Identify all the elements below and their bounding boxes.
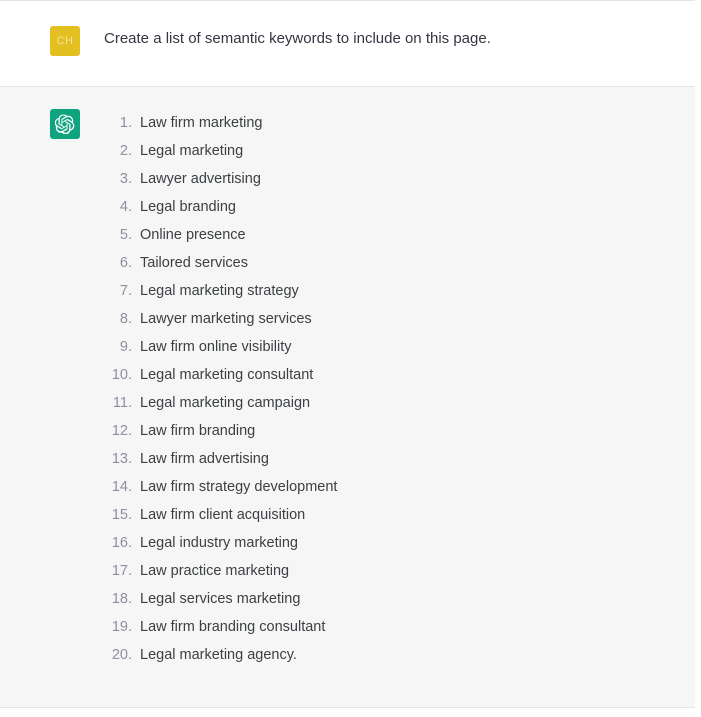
list-item-label: Law firm branding consultant xyxy=(140,619,326,635)
list-item-label: Legal marketing strategy xyxy=(140,283,299,299)
list-item-number: 14. xyxy=(111,479,132,495)
list-item: 16. Legal industry marketing xyxy=(98,529,695,557)
list-item-number: 2. xyxy=(119,143,132,159)
list-item: 9. Law firm online visibility xyxy=(98,333,695,361)
list-item: 8. Lawyer marketing services xyxy=(98,305,695,333)
list-item: 20. Legal marketing agency. xyxy=(98,641,695,669)
user-avatar: CH xyxy=(50,26,80,56)
list-item-number: 1. xyxy=(119,115,132,131)
list-item: 12. Law firm branding xyxy=(98,417,695,445)
list-item: 10. Legal marketing consultant xyxy=(98,361,695,389)
assistant-avatar xyxy=(50,109,80,139)
user-avatar-initials: CH xyxy=(56,35,74,47)
list-item: 4. Legal branding xyxy=(98,193,695,221)
bottom-gutter xyxy=(0,709,701,717)
list-item-number: 7. xyxy=(119,283,132,299)
list-item-label: Legal industry marketing xyxy=(140,535,298,551)
list-item-label: Lawyer marketing services xyxy=(140,311,312,327)
user-message-inner: CH Create a list of semantic keywords to… xyxy=(0,1,695,56)
list-item: 2. Legal marketing xyxy=(98,137,695,165)
right-gutter xyxy=(695,0,701,717)
list-item-number: 4. xyxy=(119,199,132,215)
list-item-label: Tailored services xyxy=(140,255,248,271)
list-item-label: Law firm strategy development xyxy=(140,479,338,495)
list-item-label: Law firm online visibility xyxy=(140,339,292,355)
openai-logo-icon xyxy=(55,114,75,134)
list-item-number: 18. xyxy=(111,591,132,607)
list-item: 14. Law firm strategy development xyxy=(98,473,695,501)
list-item-number: 17. xyxy=(111,563,132,579)
list-item: 18. Legal services marketing xyxy=(98,585,695,613)
list-item-number: 12. xyxy=(111,423,132,439)
list-item-label: Law firm client acquisition xyxy=(140,507,306,523)
user-message-text: Create a list of semantic keywords to in… xyxy=(104,30,491,47)
list-item-label: Legal branding xyxy=(140,199,236,215)
list-item-label: Law firm advertising xyxy=(140,451,269,467)
assistant-message-row: 1. Law firm marketing 2. Legal marketing… xyxy=(0,87,695,708)
list-item: 7. Legal marketing strategy xyxy=(98,277,695,305)
list-item-label: Legal marketing xyxy=(140,143,244,159)
chat-transcript: CH Create a list of semantic keywords to… xyxy=(0,0,701,717)
list-item-number: 6. xyxy=(119,255,132,271)
list-item-number: 19. xyxy=(111,619,132,635)
list-item: 1. Law firm marketing xyxy=(98,109,695,137)
list-item-number: 9. xyxy=(119,339,132,355)
list-item: 13. Law firm advertising xyxy=(98,445,695,473)
conversation-thread: CH Create a list of semantic keywords to… xyxy=(0,1,695,708)
list-item-number: 10. xyxy=(111,367,132,383)
list-item: 19. Law firm branding consultant xyxy=(98,613,695,641)
list-item-label: Law firm marketing xyxy=(140,115,263,131)
semantic-keyword-list: 1. Law firm marketing 2. Legal marketing… xyxy=(98,109,695,669)
list-item-label: Law firm branding xyxy=(140,423,256,439)
list-item: 15. Law firm client acquisition xyxy=(98,501,695,529)
list-item-number: 15. xyxy=(111,507,132,523)
list-item-label: Legal marketing campaign xyxy=(140,395,311,411)
list-item: 17. Law practice marketing xyxy=(98,557,695,585)
assistant-message-inner: 1. Law firm marketing 2. Legal marketing… xyxy=(0,87,695,669)
list-item: 5. Online presence xyxy=(98,221,695,249)
list-item: 3. Lawyer advertising xyxy=(98,165,695,193)
list-item-label: Online presence xyxy=(140,227,246,243)
list-item-label: Law practice marketing xyxy=(140,563,290,579)
list-item-number: 20. xyxy=(111,647,132,663)
list-item-label: Lawyer advertising xyxy=(140,171,261,187)
list-item-number: 16. xyxy=(111,535,132,551)
list-item-number: 13. xyxy=(111,451,132,467)
list-item-number: 8. xyxy=(119,311,132,327)
list-item-label: Legal marketing agency. xyxy=(140,647,297,663)
assistant-message-body: 1. Law firm marketing 2. Legal marketing… xyxy=(80,109,695,669)
list-item: 11. Legal marketing campaign xyxy=(98,389,695,417)
list-item-number: 5. xyxy=(119,227,132,243)
user-message-row: CH Create a list of semantic keywords to… xyxy=(0,1,695,87)
user-message-body: Create a list of semantic keywords to in… xyxy=(80,26,695,56)
list-item-number: 11. xyxy=(112,395,132,411)
list-item: 6. Tailored services xyxy=(98,249,695,277)
list-item-label: Legal services marketing xyxy=(140,591,301,607)
list-item-number: 3. xyxy=(119,171,132,187)
list-item-label: Legal marketing consultant xyxy=(140,367,314,383)
